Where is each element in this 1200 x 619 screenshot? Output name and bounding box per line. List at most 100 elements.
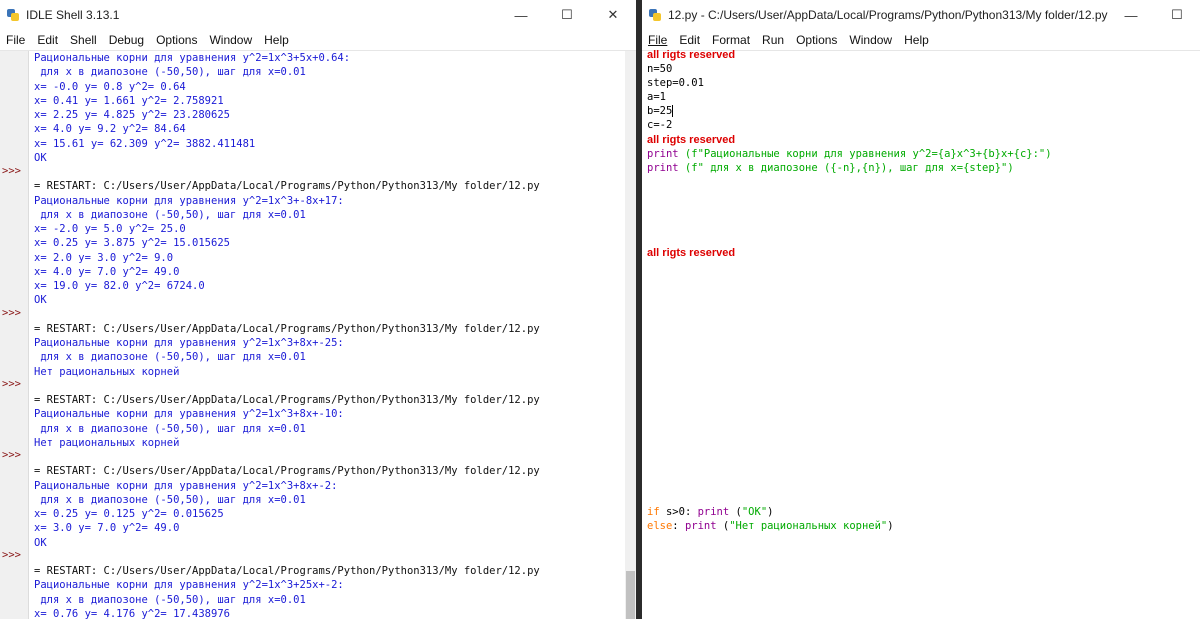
- idle-shell-window: IDLE Shell 3.13.1 — ☐ ✕ File Edit Shell …: [0, 0, 636, 619]
- python-file-icon: [648, 8, 662, 22]
- code-line-print2: print (f" для x в диапозоне ({-n},{n}), …: [647, 161, 1014, 175]
- output-line: x= 4.0 y= 7.0 y^2= 49.0: [34, 265, 180, 278]
- output-line: Рациональные корни для уравнения y^2=1x^…: [34, 194, 344, 207]
- menu-file[interactable]: File: [642, 33, 673, 47]
- output-line: для x в диапозоне (-50,50), шаг для x=0.…: [34, 593, 306, 606]
- output-line: Рациональные корни для уравнения y^2=1x^…: [34, 52, 351, 64]
- prompt-gutter: >>> >>> >>> >>> >>>: [0, 51, 29, 619]
- output-line: для x в диапозоне (-50,50), шаг для x=0.…: [34, 493, 306, 506]
- menu-help[interactable]: Help: [258, 33, 295, 47]
- code-text: :: [672, 520, 685, 532]
- menu-edit[interactable]: Edit: [31, 33, 64, 47]
- code-line-n: n=50: [647, 63, 673, 75]
- shell-menubar: File Edit Shell Debug Options Window Hel…: [0, 30, 636, 51]
- shell-prompt: >>>: [2, 378, 21, 390]
- output-line: Нет рациональных корней: [34, 365, 180, 378]
- code-builtin: print: [647, 162, 679, 174]
- shell-output-lines: Рациональные корни для уравнения y^2=1x^…: [34, 51, 624, 619]
- code-builtin: print: [697, 506, 730, 518]
- code-text: s>0:: [659, 506, 698, 518]
- menu-options[interactable]: Options: [790, 33, 843, 47]
- code-text: (: [716, 520, 730, 532]
- output-line: Рациональные корни для уравнения y^2=1x^…: [34, 337, 344, 349]
- output-line: x= 0.25 y= 0.125 y^2= 0.015625: [34, 508, 224, 520]
- output-line: Рациональные корни для уравнения y^2=1x^…: [34, 479, 338, 492]
- output-line: OK: [34, 536, 47, 549]
- menu-edit[interactable]: Edit: [673, 33, 706, 47]
- output-line: x= 0.41 y= 1.661 y^2= 2.758921: [34, 94, 224, 107]
- python-app-icon: [6, 8, 20, 22]
- output-line: Рациональные корни для уравнения y^2=1x^…: [34, 579, 344, 592]
- output-line: x= 0.25 y= 3.875 y^2= 15.015625: [34, 237, 230, 250]
- output-line: x= 2.25 y= 4.825 y^2= 23.280625: [34, 109, 230, 121]
- restart-line: = RESTART: C:/Users/User/AppData/Local/P…: [34, 394, 540, 406]
- menu-options[interactable]: Options: [150, 33, 203, 47]
- code-builtin: print: [647, 148, 679, 160]
- shell-prompt: >>>: [2, 165, 21, 177]
- restart-line: = RESTART: C:/Users/User/AppData/Local/P…: [34, 180, 540, 193]
- code-line-step: step=0.01: [647, 77, 704, 89]
- shell-output-area[interactable]: >>> >>> >>> >>> >>> Рациональные корни д…: [0, 51, 636, 619]
- editor-window: 12.py - C:/Users/User/AppData/Local/Prog…: [642, 0, 1200, 619]
- minimize-button[interactable]: —: [1108, 0, 1154, 30]
- output-line: OK: [34, 151, 47, 164]
- output-line: для x в диапозоне (-50,50), шаг для x=0.…: [34, 422, 306, 435]
- minimize-button[interactable]: —: [498, 0, 544, 30]
- menu-debug[interactable]: Debug: [103, 33, 150, 47]
- menu-run[interactable]: Run: [756, 33, 790, 47]
- close-button[interactable]: ✕: [590, 0, 636, 30]
- editor-title: 12.py - C:/Users/User/AppData/Local/Prog…: [668, 8, 1108, 22]
- code-text: (: [729, 506, 742, 518]
- output-line: x= 15.61 y= 62.309 y^2= 3882.411481: [34, 137, 256, 150]
- menu-help[interactable]: Help: [898, 33, 935, 47]
- code-comment: all rigts reserved: [647, 49, 736, 61]
- code-line-c: c=-2: [647, 119, 673, 131]
- output-line: x= -0.0 y= 0.8 y^2= 0.64: [34, 80, 186, 93]
- code-comment: all rigts reserved: [647, 247, 736, 259]
- code-string: "Нет рациональных корней": [729, 520, 888, 532]
- output-line: для x в диапозоне (-50,50), шаг для x=0.…: [34, 351, 306, 364]
- code-keyword: else: [647, 520, 673, 532]
- code-string: (f" для x в диапозоне ({-n},{n}), шаг дл…: [678, 162, 1014, 174]
- shell-titlebar: IDLE Shell 3.13.1 — ☐ ✕: [0, 0, 636, 30]
- menu-shell[interactable]: Shell: [64, 33, 103, 47]
- code-string: "OK": [741, 506, 768, 518]
- maximize-button[interactable]: ☐: [1154, 0, 1200, 30]
- output-line: для x в диапозоне (-50,50), шаг для x=0.…: [34, 208, 306, 221]
- code-string: (f"Рациональные корни для уравнения y^2=…: [678, 148, 1052, 160]
- output-line: x= 19.0 y= 82.0 y^2= 6724.0: [34, 280, 205, 292]
- maximize-button[interactable]: ☐: [544, 0, 590, 30]
- shell-prompt: >>>: [2, 549, 21, 561]
- output-line: x= 4.0 y= 9.2 y^2= 84.64: [34, 123, 186, 136]
- output-line: Нет рациональных корней: [34, 436, 180, 449]
- code-text: ): [887, 520, 894, 532]
- code-text: ): [767, 506, 774, 518]
- code-keyword: if: [647, 506, 660, 518]
- output-line: x= 3.0 y= 7.0 y^2= 49.0: [34, 522, 180, 535]
- shell-prompt: >>>: [2, 307, 21, 319]
- output-line: x= 2.0 y= 3.0 y^2= 9.0: [34, 251, 174, 264]
- output-line: для x в диапозоне (-50,50), шаг для x=0.…: [34, 66, 306, 79]
- menu-window[interactable]: Window: [843, 33, 898, 47]
- code-line-a: a=1: [647, 91, 666, 103]
- code-line-print1: print (f"Рациональные корни для уравнени…: [647, 147, 1052, 161]
- shell-scrollbar[interactable]: [625, 51, 636, 619]
- code-builtin: print: [684, 520, 717, 532]
- restart-line: = RESTART: C:/Users/User/AppData/Local/P…: [34, 565, 540, 577]
- menu-format[interactable]: Format: [706, 33, 756, 47]
- restart-line: = RESTART: C:/Users/User/AppData/Local/P…: [34, 322, 540, 335]
- code-line-b: b=25: [647, 104, 674, 118]
- scrollbar-thumb[interactable]: [626, 571, 635, 619]
- menu-window[interactable]: Window: [203, 33, 258, 47]
- output-line: Рациональные корни для уравнения y^2=1x^…: [34, 408, 344, 421]
- code-editor[interactable]: all rigts reserved n=50 step=0.01 a=1 b=…: [642, 49, 1200, 619]
- output-line: OK: [34, 294, 47, 307]
- output-line: x= 0.76 y= 4.176 y^2= 17.438976: [34, 607, 230, 619]
- output-line: x= -2.0 y= 5.0 y^2= 25.0: [34, 223, 186, 235]
- menu-file[interactable]: File: [0, 33, 31, 47]
